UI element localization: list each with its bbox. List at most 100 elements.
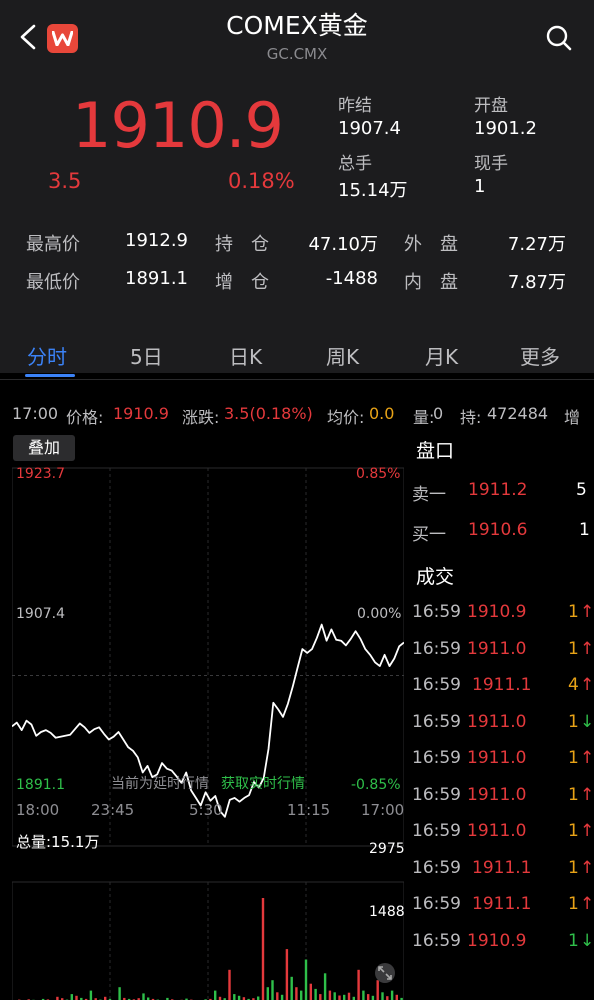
- trade-qty: 1: [568, 602, 579, 622]
- trade-price: 1911.1: [472, 675, 532, 695]
- total-volume-value: 15.14万: [338, 180, 408, 201]
- info-price: 1910.9: [113, 404, 169, 423]
- trade-row: 16:59 1911.0 1 ↓: [407, 712, 594, 742]
- trade-qty: 1: [568, 894, 579, 914]
- price-change-pct: 0.18%: [228, 169, 295, 193]
- open-interest-label: 持 仓: [215, 234, 269, 255]
- tab-weekly-k[interactable]: 周K: [326, 341, 359, 370]
- trade-price: 1911.0: [467, 748, 527, 768]
- trade-qty: 1: [568, 930, 579, 951]
- pct-axis-bottom-label: -0.85%: [351, 777, 401, 793]
- oi-change-value: -1488: [325, 268, 378, 289]
- total-volume-caption: 总量:15.1万: [16, 833, 100, 851]
- volume-bar: [290, 976, 293, 1000]
- volume-bar: [381, 992, 384, 1000]
- volume-bar: [343, 994, 346, 1000]
- volume-bar: [395, 994, 398, 1000]
- volume-bar: [357, 969, 360, 1000]
- trade-price: 1911.0: [467, 711, 527, 732]
- quote-panel: 1910.9 3.5 0.18% 昨结 1907.4 开盘 1901.2 总手 …: [0, 73, 594, 373]
- trade-time: 16:59: [412, 711, 461, 732]
- order-book-panel: 盘口 卖一 1911.2 5 买一 1910.6 1 成交 16:59 1910.…: [407, 432, 594, 1000]
- expand-icon[interactable]: [374, 962, 396, 984]
- trade-direction-icon: ↑: [580, 748, 594, 768]
- active-tab-indicator: [25, 374, 75, 377]
- info-change: 3.5(0.18%): [224, 404, 313, 423]
- low-label: 最低价: [26, 272, 80, 293]
- trade-row: 16:59 1911.1 4 ↑: [407, 675, 594, 705]
- outer-label: 外 盘: [404, 234, 458, 255]
- volume-bar: [338, 995, 341, 1000]
- tab-5day[interactable]: 5日: [130, 341, 163, 370]
- tab-monthly-k[interactable]: 月K: [425, 341, 458, 370]
- volume-bar: [319, 994, 322, 1000]
- total-volume-label: 总手: [338, 154, 372, 174]
- prev-settle-value: 1907.4: [338, 118, 401, 139]
- trade-price: 1911.0: [467, 638, 527, 659]
- trade-qty: 4: [568, 675, 579, 695]
- volume-bar: [285, 949, 289, 1000]
- volume-bar: [276, 992, 279, 1000]
- last-price: 1910.9: [72, 89, 284, 162]
- open-interest-value: 47.10万: [308, 234, 378, 255]
- trade-row: 16:59 1911.1 1 ↑: [407, 858, 594, 888]
- time-label-3: 11:15: [287, 801, 331, 819]
- pct-axis-top-label: 0.85%: [356, 466, 401, 482]
- oi-change-label: 增 仓: [215, 272, 269, 293]
- volume-bar: [328, 990, 332, 1000]
- trade-qty: 1: [568, 857, 579, 878]
- trade-row: 16:59 1911.0 1 ↑: [407, 639, 594, 669]
- volume-bar: [271, 980, 274, 1000]
- volume-bar: [266, 987, 269, 1000]
- order-book-title: 盘口: [416, 440, 455, 462]
- info-avg-label: 均价:: [327, 408, 365, 427]
- info-volume: 0: [433, 404, 444, 423]
- vol-axis-mid: 1488: [369, 904, 405, 920]
- volume-bar: [386, 996, 389, 1000]
- volume-bar: [304, 959, 308, 1000]
- trade-direction-icon: ↓: [580, 711, 594, 732]
- info-avg: 0.0: [369, 404, 395, 423]
- trade-time: 16:59: [412, 675, 461, 695]
- trade-row: 16:59 1911.0 1 ↑: [407, 821, 594, 851]
- volume-bar: [295, 987, 298, 1000]
- outer-value: 7.27万: [507, 234, 566, 255]
- info-more-label: 增: [564, 408, 581, 427]
- volume-bar: [214, 990, 217, 1000]
- bid-label: 买一: [412, 525, 446, 545]
- ask-qty: 5: [576, 480, 587, 500]
- tab-intraday[interactable]: 分时: [27, 341, 67, 370]
- trade-qty: 1: [568, 821, 579, 841]
- volume-bar: [367, 994, 370, 1000]
- tab-more[interactable]: 更多: [520, 341, 560, 370]
- realtime-quote-link[interactable]: 获取实时行情: [221, 773, 305, 793]
- app-header: COMEX黄金 GC.CMX: [0, 0, 594, 73]
- info-oi-label: 持:: [460, 408, 482, 427]
- volume-panel-frame: [12, 881, 404, 1000]
- open-label: 开盘: [474, 96, 508, 116]
- open-value: 1901.2: [474, 118, 537, 139]
- overlay-button[interactable]: 叠加: [13, 435, 75, 461]
- vol-axis-max: 2975: [369, 841, 405, 857]
- bid-qty: 1: [579, 520, 590, 540]
- tab-daily-k[interactable]: 日K: [229, 341, 262, 370]
- delay-note: 当前为延时行情: [111, 776, 209, 792]
- trade-time: 16:59: [412, 602, 461, 622]
- bid-price: 1910.6: [468, 520, 528, 540]
- trade-qty: 1: [568, 784, 579, 805]
- prev-settle-label: 昨结: [338, 96, 372, 116]
- trade-row: 16:59 1910.9 1 ↑: [407, 602, 594, 632]
- trade-direction-icon: ↑: [580, 638, 594, 659]
- trade-price: 1910.9: [467, 602, 527, 622]
- trades-title: 成交: [416, 566, 455, 588]
- intraday-chart[interactable]: [12, 432, 404, 1000]
- volume-bar: [75, 995, 78, 1000]
- trade-time: 16:59: [412, 821, 461, 841]
- volume-bar: [323, 973, 327, 1000]
- trade-row: 16:59 1911.0 1 ↑: [407, 748, 594, 778]
- volume-bar: [70, 994, 73, 1000]
- volume-bar: [309, 983, 312, 1000]
- search-icon[interactable]: [545, 24, 573, 52]
- info-volume-label: 量:: [413, 408, 435, 427]
- inner-label: 内 盘: [404, 272, 458, 293]
